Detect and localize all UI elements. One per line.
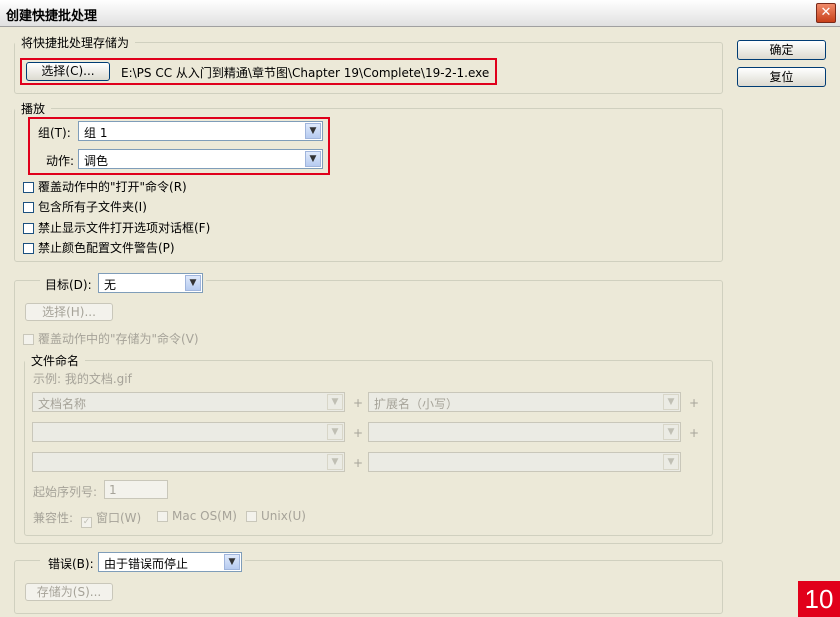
override-open-checkbox[interactable]: 覆盖动作中的"打开"命令(R): [23, 178, 187, 195]
action-select-value: 调色: [84, 154, 109, 168]
choose-save-button[interactable]: 选择(C)...: [26, 62, 110, 81]
suppress-color-warning-checkbox[interactable]: 禁止颜色配置文件警告(P): [23, 239, 175, 256]
compat-unix-checkbox[interactable]: Unix(U): [246, 509, 306, 523]
chevron-down-icon[interactable]: ▼: [663, 424, 679, 440]
naming-group-legend: 文件命名: [31, 354, 80, 368]
override-save-label: 覆盖动作中的"存储为"命令(V): [38, 332, 199, 346]
naming-row1-right-select[interactable]: 扩展名（小写） ▼: [368, 392, 681, 412]
chevron-down-icon[interactable]: ▼: [663, 394, 679, 410]
plus-sign: +: [353, 396, 364, 410]
close-icon[interactable]: ✕: [816, 3, 836, 23]
action-select[interactable]: 调色 ▼: [78, 149, 323, 169]
naming-row2-right-select[interactable]: ▼: [368, 422, 681, 442]
chevron-down-icon[interactable]: ▼: [327, 394, 343, 410]
checkbox-icon[interactable]: [23, 334, 34, 345]
include-subfolders-label: 包含所有子文件夹(I): [38, 200, 147, 214]
serial-label: 起始序列号:: [33, 485, 98, 499]
suppress-open-options-checkbox[interactable]: 禁止显示文件打开选项对话框(F): [23, 219, 210, 236]
error-select[interactable]: 由于错误而停止 ▼: [98, 552, 242, 572]
checkbox-icon[interactable]: [23, 223, 34, 234]
compat-unix-label: Unix(U): [261, 509, 306, 523]
save-group-legend: 将快捷批处理存储为: [21, 36, 130, 50]
checkbox-icon[interactable]: [23, 243, 34, 254]
target-select[interactable]: 无 ▼: [98, 273, 203, 293]
serial-input[interactable]: 1: [104, 480, 168, 499]
choose-target-button[interactable]: 选择(H)...: [25, 303, 113, 321]
suppress-open-options-label: 禁止显示文件打开选项对话框(F): [38, 221, 211, 235]
target-label: 目标(D):: [45, 278, 92, 292]
suppress-color-warning-label: 禁止颜色配置文件警告(P): [38, 241, 175, 255]
error-label: 错误(B):: [48, 557, 94, 571]
plus-sign: +: [353, 456, 364, 470]
chevron-down-icon[interactable]: ▼: [185, 275, 201, 291]
naming-row3-right-select[interactable]: ▼: [368, 452, 681, 472]
compat-windows-checkbox[interactable]: ✓ 窗口(W): [81, 509, 141, 528]
plus-sign: +: [689, 396, 700, 410]
chevron-down-icon[interactable]: ▼: [224, 554, 240, 570]
plus-sign: +: [689, 426, 700, 440]
title-bar: 创建快捷批处理 ✕: [0, 0, 840, 27]
naming-example: 示例: 我的文档.gif: [33, 372, 132, 386]
group-select-value: 组 1: [84, 126, 108, 140]
chevron-down-icon[interactable]: ▼: [327, 424, 343, 440]
override-save-checkbox[interactable]: 覆盖动作中的"存储为"命令(V): [23, 330, 199, 347]
checkbox-icon[interactable]: [23, 202, 34, 213]
save-as-button[interactable]: 存储为(S)...: [25, 583, 113, 601]
checkbox-icon[interactable]: [246, 511, 257, 522]
checkbox-icon[interactable]: [23, 182, 34, 193]
reset-button[interactable]: 复位: [737, 67, 826, 87]
play-group-legend: 播放: [21, 102, 46, 116]
checkbox-icon[interactable]: [157, 511, 168, 522]
chevron-down-icon[interactable]: ▼: [327, 454, 343, 470]
override-open-label: 覆盖动作中的"打开"命令(R): [38, 180, 187, 194]
ok-button[interactable]: 确定: [737, 40, 826, 60]
chevron-down-icon[interactable]: ▼: [305, 123, 321, 139]
page-number-badge: 10: [798, 581, 840, 617]
window-title: 创建快捷批处理: [6, 9, 98, 24]
serial-value: 1: [109, 483, 117, 497]
naming-row3-left-select[interactable]: ▼: [32, 452, 345, 472]
group-label: 组(T):: [38, 126, 71, 140]
chevron-down-icon[interactable]: ▼: [663, 454, 679, 470]
error-select-value: 由于错误而停止: [104, 557, 189, 571]
save-path: E:\PS CC 从入门到精通\章节图\Chapter 19\Complete\…: [121, 66, 490, 80]
check-icon[interactable]: ✓: [81, 517, 92, 528]
naming-row2-left-select[interactable]: ▼: [32, 422, 345, 442]
compat-label: 兼容性:: [33, 511, 74, 525]
target-select-value: 无: [104, 278, 117, 292]
naming-row1-left-select[interactable]: 文档名称 ▼: [32, 392, 345, 412]
plus-sign: +: [353, 426, 364, 440]
naming-row1-right-value: 扩展名（小写）: [374, 397, 459, 411]
compat-windows-label: 窗口(W): [96, 511, 142, 525]
compat-mac-label: Mac OS(M): [172, 509, 237, 523]
group-select[interactable]: 组 1 ▼: [78, 121, 323, 141]
chevron-down-icon[interactable]: ▼: [305, 151, 321, 167]
action-label: 动作:: [46, 154, 75, 168]
compat-mac-checkbox[interactable]: Mac OS(M): [157, 509, 237, 523]
include-subfolders-checkbox[interactable]: 包含所有子文件夹(I): [23, 198, 147, 215]
naming-row1-left-value: 文档名称: [38, 397, 87, 411]
